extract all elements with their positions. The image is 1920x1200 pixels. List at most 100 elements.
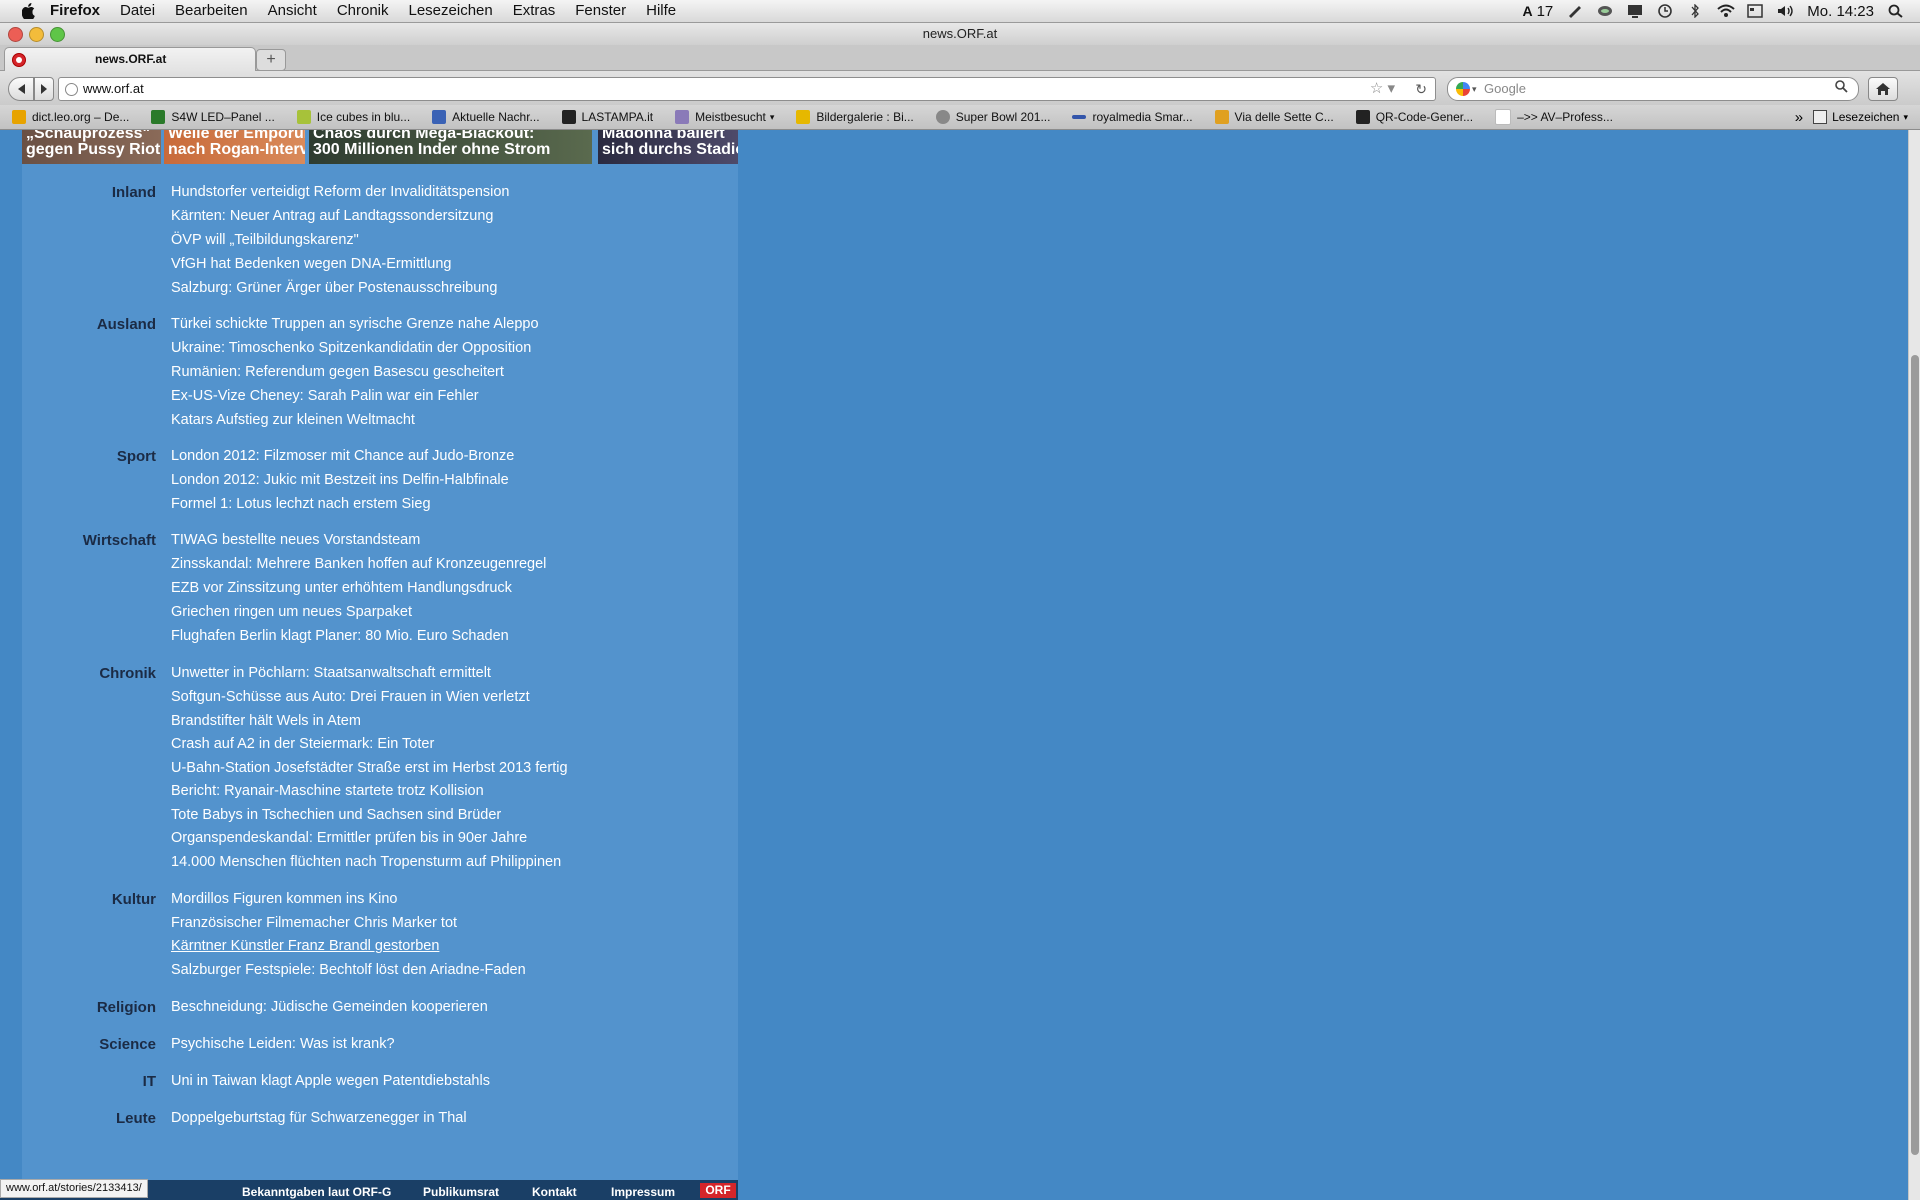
volume-icon[interactable]: [1777, 4, 1793, 18]
news-link[interactable]: U-Bahn-Station Josefstädter Straße erst …: [171, 760, 568, 776]
google-engine-icon[interactable]: [1456, 82, 1470, 96]
url-text[interactable]: www.orf.at: [83, 78, 144, 100]
search-engine-dropdown-icon[interactable]: ▾: [1472, 78, 1477, 100]
section-label-wirtschaft[interactable]: Wirtschaft: [83, 532, 156, 549]
window-minimize-button[interactable]: [29, 27, 44, 42]
news-link[interactable]: ÖVP will „Teilbildungskarenz": [171, 232, 359, 248]
bookmark-s4w-led[interactable]: S4W LED–Panel ...: [139, 110, 284, 124]
menu-hilfe[interactable]: Hilfe: [636, 0, 686, 22]
section-label-chronik[interactable]: Chronik: [99, 665, 156, 682]
bookmark-lastampa[interactable]: LASTAMPA.it: [550, 110, 664, 124]
news-link[interactable]: VfGH hat Bedenken wegen DNA-Ermittlung: [171, 256, 451, 272]
news-link[interactable]: Zinsskandal: Mehrere Banken hoffen auf K…: [171, 556, 546, 572]
menu-bearbeiten[interactable]: Bearbeiten: [165, 0, 258, 22]
new-tab-button[interactable]: +: [256, 49, 286, 71]
bookmark-av-professional[interactable]: –>> AV–Profess...: [1483, 109, 1623, 125]
news-link[interactable]: Salzburg: Grüner Ärger über Postenaussch…: [171, 280, 497, 296]
news-link[interactable]: Französischer Filmemacher Chris Marker t…: [171, 915, 457, 931]
url-bar[interactable]: www.orf.at ☆ ▾ ↻: [58, 77, 1436, 101]
footer-link-kontakt[interactable]: Kontakt: [532, 1185, 577, 1199]
news-link[interactable]: London 2012: Jukic mit Bestzeit ins Delf…: [171, 472, 509, 488]
section-label-inland[interactable]: Inland: [112, 184, 156, 201]
news-link[interactable]: Salzburger Festspiele: Bechtolf löst den…: [171, 962, 526, 978]
news-link[interactable]: Doppelgeburtstag für Schwarzenegger in T…: [171, 1110, 467, 1126]
notification-count[interactable]: 17: [1537, 3, 1554, 20]
bookmark-folder-meistbesucht[interactable]: Meistbesucht ▾: [663, 110, 784, 124]
news-link[interactable]: Flughafen Berlin klagt Planer: 80 Mio. E…: [171, 628, 509, 644]
menu-extras[interactable]: Extras: [503, 0, 566, 22]
news-link[interactable]: Mordillos Figuren kommen ins Kino: [171, 891, 397, 907]
footer-link-publikumsrat[interactable]: Publikumsrat: [423, 1185, 499, 1199]
vertical-scrollbar[interactable]: [1908, 130, 1920, 1200]
news-link[interactable]: Softgun-Schüsse aus Auto: Drei Frauen in…: [171, 689, 530, 705]
bookmark-star-icon[interactable]: ☆ ▾: [1370, 78, 1395, 100]
section-label-it[interactable]: IT: [143, 1073, 156, 1090]
menu-datei[interactable]: Datei: [110, 0, 165, 22]
calendar-icon[interactable]: [1747, 4, 1764, 18]
display-icon[interactable]: [1627, 4, 1643, 18]
news-link[interactable]: Bericht: Ryanair-Maschine startete trotz…: [171, 783, 484, 799]
window-zoom-button[interactable]: [50, 27, 65, 42]
news-link[interactable]: Hundstorfer verteidigt Reform der Invali…: [171, 184, 510, 200]
news-link[interactable]: Kärnten: Neuer Antrag auf Landtagssonder…: [171, 208, 493, 224]
news-link[interactable]: Crash auf A2 in der Steiermark: Ein Tote…: [171, 736, 434, 752]
apple-icon[interactable]: [18, 0, 40, 22]
footer-link-bekanntgaben[interactable]: Bekanntgaben laut ORF-G: [242, 1185, 391, 1199]
bookmark-bildergalerie[interactable]: Bildergalerie : Bi...: [784, 110, 923, 124]
window-close-button[interactable]: [8, 27, 23, 42]
forward-button[interactable]: [34, 77, 54, 101]
news-link[interactable]: Beschneidung: Jüdische Gemeinden kooperi…: [171, 999, 488, 1015]
bookmark-dict-leo[interactable]: dict.leo.org – De...: [0, 110, 139, 124]
section-label-science[interactable]: Science: [99, 1036, 156, 1053]
adobe-icon[interactable]: A: [1522, 3, 1532, 19]
news-link[interactable]: Organspendeskandal: Ermittler prüfen bis…: [171, 830, 527, 846]
news-link[interactable]: TIWAG bestellte neues Vorstandsteam: [171, 532, 420, 548]
sync-icon[interactable]: [1597, 4, 1613, 18]
bookmark-qr-code-generator[interactable]: QR-Code-Gener...: [1344, 110, 1483, 124]
news-link-hovered[interactable]: Kärntner Künstler Franz Brandl gestorben: [171, 938, 439, 954]
menu-lesezeichen[interactable]: Lesezeichen: [399, 0, 503, 22]
section-label-leute[interactable]: Leute: [116, 1110, 156, 1127]
reload-icon[interactable]: ↻: [1415, 78, 1427, 100]
news-link[interactable]: Türkei schickte Truppen an syrische Gren…: [171, 316, 539, 332]
news-link[interactable]: Unwetter in Pöchlarn: Staatsanwaltschaft…: [171, 665, 491, 681]
news-link[interactable]: 14.000 Menschen flüchten nach Tropenstur…: [171, 854, 561, 870]
news-link[interactable]: Tote Babys in Tschechien und Sachsen sin…: [171, 807, 501, 823]
menu-fenster[interactable]: Fenster: [565, 0, 636, 22]
bookmarks-overflow-button[interactable]: »: [1795, 109, 1803, 126]
bookmark-royalmedia[interactable]: royalmedia Smar...: [1060, 110, 1202, 124]
section-label-kultur[interactable]: Kultur: [112, 891, 156, 908]
pen-icon[interactable]: [1567, 4, 1583, 18]
menu-chronik[interactable]: Chronik: [327, 0, 399, 22]
bookmark-aktuelle-nachrichten[interactable]: Aktuelle Nachr...: [420, 110, 549, 124]
home-button[interactable]: [1868, 77, 1898, 101]
site-identity-icon[interactable]: [65, 83, 78, 96]
bookmark-ice-cubes[interactable]: Ice cubes in blu...: [285, 110, 420, 124]
news-link[interactable]: London 2012: Filzmoser mit Chance auf Ju…: [171, 448, 514, 464]
news-link[interactable]: Uni in Taiwan klagt Apple wegen Patentdi…: [171, 1073, 490, 1089]
menu-ansicht[interactable]: Ansicht: [258, 0, 327, 22]
news-link[interactable]: Katars Aufstieg zur kleinen Weltmacht: [171, 412, 415, 428]
search-bar[interactable]: ▾ Google: [1447, 77, 1859, 101]
teaser-rogan-interview[interactable]: Welle der Empörung nach Rogan-Interview: [164, 130, 305, 164]
section-label-ausland[interactable]: Ausland: [97, 316, 156, 333]
news-link[interactable]: EZB vor Zinssitzung unter erhöhtem Handl…: [171, 580, 512, 596]
section-label-sport[interactable]: Sport: [117, 448, 156, 465]
back-button[interactable]: [8, 77, 34, 101]
news-link[interactable]: Ex-US-Vize Cheney: Sarah Palin war ein F…: [171, 388, 479, 404]
teaser-pussy-riot[interactable]: „Schauprozess" gegen Pussy Riot: [22, 130, 161, 164]
bookmark-super-bowl[interactable]: Super Bowl 201...: [924, 110, 1061, 124]
tab-news-orf[interactable]: news.ORF.at: [4, 47, 256, 71]
news-link[interactable]: Brandstifter hält Wels in Atem: [171, 713, 361, 729]
section-label-religion[interactable]: Religion: [97, 999, 156, 1016]
bluetooth-icon[interactable]: [1687, 3, 1703, 19]
news-link[interactable]: Ukraine: Timoschenko Spitzenkandidatin d…: [171, 340, 531, 356]
orf-logo[interactable]: ORF: [700, 1183, 736, 1198]
bookmarks-menu-button[interactable]: Lesezeichen ▾: [1813, 110, 1908, 124]
wifi-icon[interactable]: [1717, 4, 1735, 18]
clock[interactable]: Mo. 14:23: [1807, 3, 1874, 20]
spotlight-search-icon[interactable]: [1888, 4, 1904, 18]
footer-link-impressum[interactable]: Impressum: [611, 1185, 675, 1199]
news-link[interactable]: Formel 1: Lotus lechzt nach erstem Sieg: [171, 496, 431, 512]
news-link[interactable]: Rumänien: Referendum gegen Basescu gesch…: [171, 364, 504, 380]
